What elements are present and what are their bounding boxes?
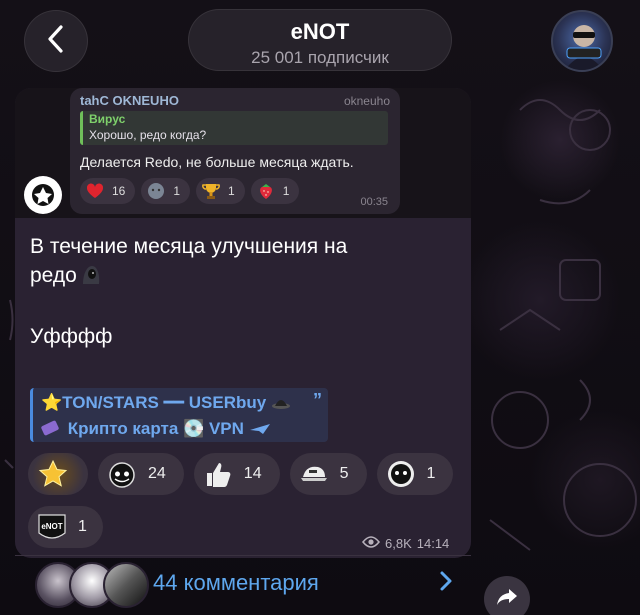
post-meta: 6,8K 14:14 [361,536,450,551]
quote-mark-icon: ” [313,390,322,410]
card-icon [41,419,59,443]
forward-message-text: Делается Redo, не больше месяца ждать. [80,154,354,170]
reaction-cat-face[interactable]: 24 [98,453,184,495]
cap-icon [298,458,330,490]
reaction-cat-badge[interactable]: 1 [376,453,454,495]
forward-reaction-strawberry[interactable]: 1 [250,178,300,204]
share-arrow-icon [496,588,518,611]
forward-reactions: 16 1 1 1 [80,178,300,204]
channel-title[interactable]: eNOT 25 001 подписчик [188,9,452,71]
promo-line-2: Крипто карта 💽 VPN [67,419,244,438]
post-line-3: Уфффф [30,325,113,348]
star-icon [37,458,69,490]
forward-time: 00:35 [360,196,388,208]
post-time: 14:14 [416,536,450,551]
strawberry-icon [257,182,275,200]
reaction-count: 14 [243,465,262,482]
enot-badge-icon: eNOT [36,511,68,543]
reaction-thumbs-up[interactable]: 14 [193,453,280,495]
post-body: В течение месяца улучшения на редо Уфффф [30,232,450,351]
reactions-row-1: 24 14 5 1 [28,453,454,495]
promo-line-1: ⭐TON/STARS ━━ USERbuy [41,393,267,412]
comments-label: 44 комментария [153,570,319,595]
share-button[interactable] [484,576,530,615]
channel-name: eNOT [290,19,350,44]
reaction-count: 1 [282,184,290,198]
view-count: 6,8K [385,536,412,551]
chevron-right-icon [439,570,453,597]
reaction-count: 16 [112,184,126,198]
forward-reaction-trophy[interactable]: 1 [196,178,245,204]
back-button[interactable] [24,10,88,72]
post-line-2-wrap: редо [30,261,450,294]
reply-quote-text: Хорошо, редо когда? [89,128,207,142]
reaction-count: 1 [228,184,235,198]
moon-face-icon [147,182,165,200]
reaction-count: 24 [148,465,166,482]
forward-handle: okneuho [343,94,390,108]
promo-line-2-wrap: Крипто карта 💽 VPN [41,417,320,443]
cat-face-icon [106,458,138,490]
reply-quote[interactable]: Вирус Хорошо, редо когда? [80,111,388,145]
commenter-avatars [35,562,149,610]
reactions-row-2: eNOT 1 [28,506,103,548]
reaction-count: 1 [426,465,436,482]
comments-button[interactable]: 44 комментария [15,556,471,615]
forwarded-message[interactable]: tahC OKNEUHO okneuho Вирус Хорошо, редо … [70,88,400,214]
subscriber-count: 25 001 подписчик [251,48,389,67]
post-line-1: В течение месяца улучшения на [30,235,348,258]
reaction-cap[interactable]: 5 [289,453,367,495]
eye-icon [361,536,381,551]
channel-avatar[interactable] [551,10,613,72]
reaction-count: 5 [339,465,349,482]
hooded-figure-icon [79,262,103,294]
cat-badge-icon [385,458,417,490]
svg-text:eNOT: eNOT [41,522,62,531]
avatar [103,562,149,608]
reaction-count: 1 [78,518,87,535]
reaction-count: 1 [173,184,181,198]
reaction-star[interactable] [28,453,88,495]
chevron-left-icon [45,24,67,59]
trophy-icon [202,182,220,200]
forward-reaction-heart[interactable]: 16 [80,178,136,204]
forward-reaction-moon[interactable]: 1 [141,178,191,204]
reply-quote-name: Вирус [89,112,126,126]
promo-line-1-wrap: ⭐TON/STARS ━━ USERbuy [41,391,320,417]
channel-logo-icon[interactable] [24,176,62,214]
plane-icon [249,419,271,443]
heart-icon [86,182,104,200]
thumbs-up-icon [202,458,234,490]
reaction-enot-badge[interactable]: eNOT 1 [28,506,103,548]
spy-icon [271,393,291,417]
forward-author: tahC OKNEUHO [80,93,179,108]
post-line-2: редо [30,264,77,287]
promo-quote[interactable]: ⭐TON/STARS ━━ USERbuy Крипто карта 💽 VPN… [30,388,328,442]
